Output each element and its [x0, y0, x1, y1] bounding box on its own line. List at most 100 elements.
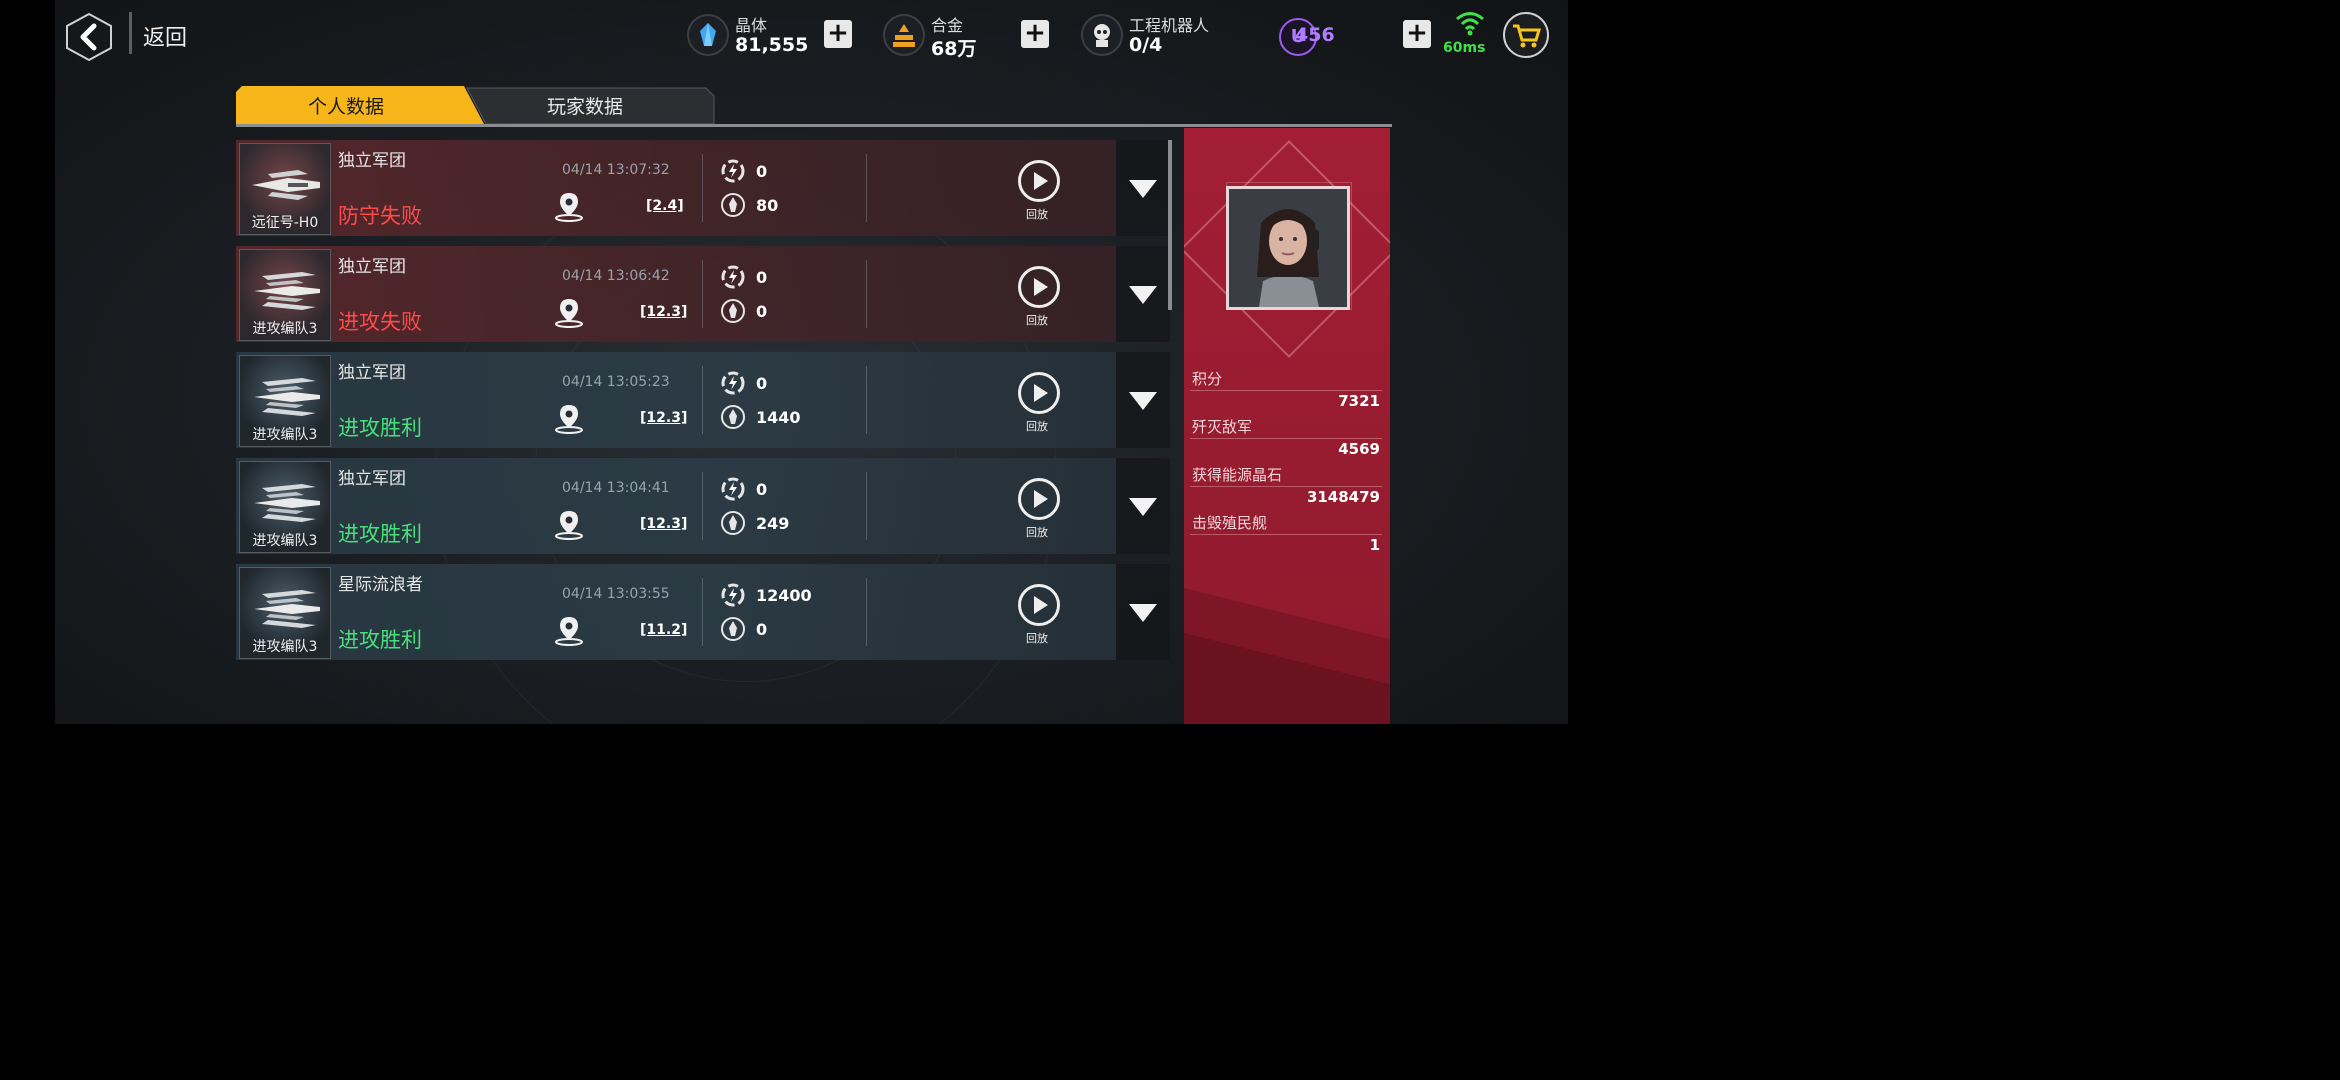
coordinate-link[interactable]: [2.4]: [646, 198, 684, 214]
replay-label[interactable]: 回放: [1026, 418, 1048, 434]
resource-alloy: 合金 68万: [883, 8, 1003, 60]
score-value: 0: [756, 620, 768, 639]
unit-name: 远征号-H0: [251, 215, 319, 231]
unit-name: 进攻编队3: [252, 533, 318, 549]
energy-value: 12400: [756, 586, 812, 605]
energy-value: 0: [756, 162, 768, 181]
battle-row[interactable]: 远征号-H0 独立军团 防守失败 04/14 13:07:32 [2.4] 0 80 回放: [236, 140, 1116, 236]
chevron-down-icon: [1129, 604, 1157, 622]
battle-time: 04/14 13:05:23: [562, 374, 670, 390]
coordinate-link[interactable]: [12.3]: [640, 410, 687, 426]
battle-row[interactable]: 进攻编队3 独立军团 进攻胜利 04/14 13:04:41 [12.3] 0 249 回放: [236, 458, 1116, 554]
replay-button[interactable]: [1018, 266, 1060, 308]
stat-label: 积分: [1192, 370, 1223, 388]
avatar[interactable]: [1226, 186, 1350, 310]
battle-time: 04/14 13:06:42: [562, 268, 670, 284]
cart-icon: [1513, 24, 1542, 48]
back-label[interactable]: 返回: [143, 20, 187, 52]
energy-value: 0: [756, 268, 768, 287]
energy-icon: [721, 371, 745, 395]
expand-button[interactable]: [1116, 140, 1170, 236]
energy-icon: [721, 159, 745, 183]
replay-button[interactable]: [1018, 160, 1060, 202]
replay-label[interactable]: 回放: [1026, 524, 1048, 540]
battle-time: 04/14 13:04:41: [562, 480, 670, 496]
replay-button[interactable]: [1018, 372, 1060, 414]
coordinate-link[interactable]: [12.3]: [640, 304, 687, 320]
stat-label: 击毁殖民舰: [1192, 514, 1268, 532]
expand-button[interactable]: [1116, 458, 1170, 554]
unit-name: 进攻编队3: [252, 427, 318, 443]
faction-name: 独立军团: [338, 469, 406, 489]
faction-name: 星际流浪者: [338, 575, 423, 595]
location-pin-icon: [555, 617, 583, 646]
unit-thumbnail: 进攻编队3: [239, 461, 331, 553]
stat-divider: [1190, 534, 1382, 535]
crystal-icon: [687, 14, 729, 56]
battle-row[interactable]: 进攻编队3 独立军团 进攻胜利 04/14 13:05:23 [12.3] 0 1440 回放: [236, 352, 1116, 448]
battle-report-screen: 返回 晶体 81,555 + 合金 68万 + 工程机器人 0/4 U 456 …: [55, 0, 1568, 724]
expand-button[interactable]: [1116, 352, 1170, 448]
stat-label: 歼灭敌军: [1192, 418, 1253, 436]
shop-button[interactable]: [1503, 12, 1549, 58]
coordinate-link[interactable]: [12.3]: [640, 516, 687, 532]
score-icon: [721, 617, 745, 641]
battle-result: 进攻失败: [338, 310, 422, 334]
battle-result: 进攻胜利: [338, 522, 422, 546]
score-icon: [721, 193, 745, 217]
resource-label: 工程机器人: [1129, 16, 1210, 35]
stat-divider: [1190, 486, 1382, 487]
add-crystal-button[interactable]: +: [824, 20, 852, 48]
resource-label: 晶体: [735, 16, 768, 35]
column-divider: [866, 260, 867, 328]
score-value: 80: [756, 196, 779, 215]
unit-name: 进攻编队3: [252, 321, 318, 337]
stat-value: 3148479: [1306, 488, 1380, 506]
replay-label[interactable]: 回放: [1026, 206, 1048, 222]
commander-portrait-icon: [1229, 189, 1347, 307]
tab-player-data[interactable]: 玩家数据: [475, 86, 695, 126]
chevron-down-icon: [1129, 180, 1157, 198]
score-icon: [721, 511, 745, 535]
column-divider: [702, 472, 703, 540]
replay-button[interactable]: [1018, 584, 1060, 626]
unit-thumbnail: 进攻编队3: [239, 567, 331, 659]
unit-thumbnail: 进攻编队3: [239, 249, 331, 341]
battle-result: 进攻胜利: [338, 628, 422, 652]
premium-value: 456: [1295, 24, 1335, 46]
resource-label: 合金: [931, 16, 964, 35]
battle-result: 进攻胜利: [338, 416, 422, 440]
header-divider: [129, 12, 132, 54]
robot-icon: [1081, 14, 1123, 56]
replay-label[interactable]: 回放: [1026, 312, 1048, 328]
coordinate-link[interactable]: [11.2]: [640, 622, 687, 638]
replay-label[interactable]: 回放: [1026, 630, 1048, 646]
battle-result: 防守失败: [338, 204, 422, 228]
unit-thumbnail: 进攻编队3: [239, 355, 331, 447]
ping-label: 60ms: [1443, 40, 1486, 56]
score-value: 249: [756, 514, 790, 533]
score-value: 1440: [756, 408, 801, 427]
alloy-icon: [883, 14, 925, 56]
add-alloy-button[interactable]: +: [1021, 20, 1049, 48]
replay-button[interactable]: [1018, 478, 1060, 520]
expand-button[interactable]: [1116, 564, 1170, 660]
energy-icon: [721, 583, 745, 607]
chevron-down-icon: [1129, 498, 1157, 516]
add-premium-button[interactable]: +: [1403, 20, 1431, 48]
battle-row[interactable]: 进攻编队3 独立军团 进攻失败 04/14 13:06:42 [12.3] 0 0 回放: [236, 246, 1116, 342]
location-pin-icon: [555, 405, 583, 434]
battle-row[interactable]: 进攻编队3 星际流浪者 进攻胜利 04/14 13:03:55 [11.2] 12400 0…: [236, 564, 1116, 660]
column-divider: [702, 260, 703, 328]
tab-personal-data[interactable]: 个人数据: [236, 86, 456, 126]
faction-name: 独立军团: [338, 151, 406, 171]
chevron-down-icon: [1129, 392, 1157, 410]
score-icon: [721, 299, 745, 323]
expand-button[interactable]: [1116, 246, 1170, 342]
chevron-down-icon: [1129, 286, 1157, 304]
location-pin-icon: [555, 511, 583, 540]
stat-label: 获得能源晶石: [1192, 466, 1283, 484]
scrollbar[interactable]: [1168, 140, 1172, 310]
back-button[interactable]: [65, 12, 112, 62]
score-value: 0: [756, 302, 768, 321]
